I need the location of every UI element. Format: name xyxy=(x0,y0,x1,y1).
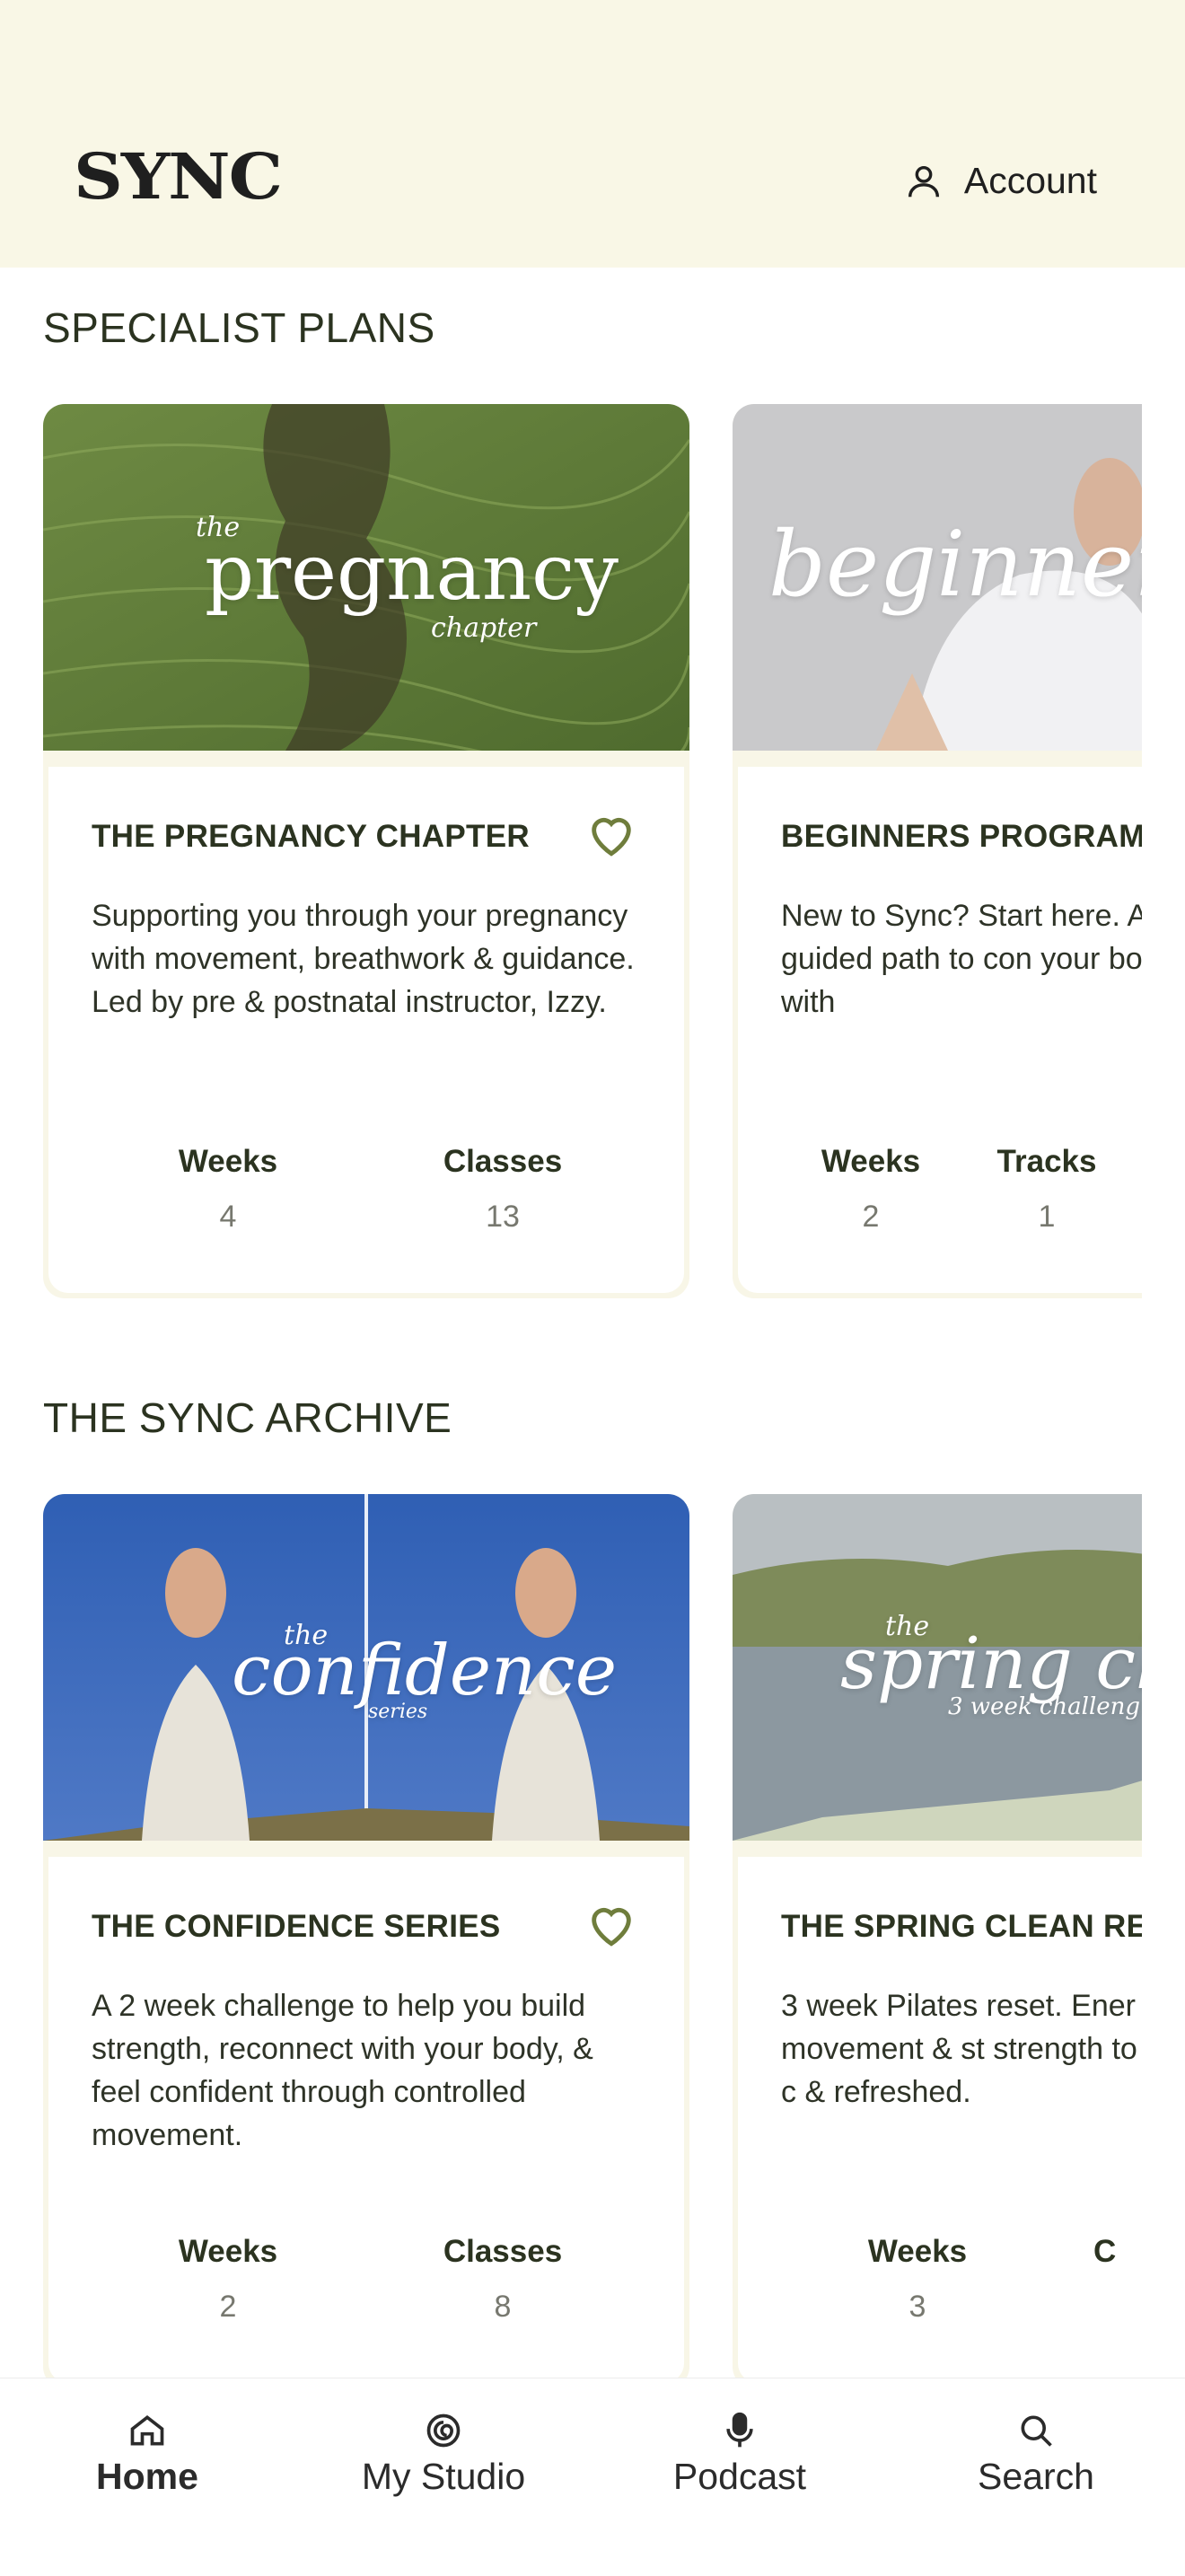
plan-description: Supporting you through your pregnancy wi… xyxy=(92,899,635,1019)
image-caption-main: beginners pr xyxy=(768,512,1142,617)
home-icon xyxy=(130,2415,164,2446)
stat-label: Weeks xyxy=(867,2234,968,2269)
user-icon xyxy=(908,165,939,197)
plan-title: BEGINNERS PROGRAM xyxy=(781,819,1142,854)
nav-label: Podcast xyxy=(672,2456,807,2497)
nav-item-podcast[interactable]: Podcast xyxy=(614,2411,865,2498)
stat-value: 13 xyxy=(486,1200,520,1234)
heart-icon[interactable] xyxy=(585,810,637,858)
stat-label: Weeks xyxy=(178,2234,278,2269)
nav-item-home[interactable]: Home xyxy=(22,2411,273,2498)
app-header: SYNC Account xyxy=(0,0,1185,268)
stat-label: Weeks xyxy=(821,1144,921,1179)
account-label: Account xyxy=(963,160,1097,201)
stat-value: 4 xyxy=(219,1200,237,1234)
microphone-icon xyxy=(726,2412,753,2448)
bottom-navigation: Home My Studio Podcast Search xyxy=(0,2378,1185,2576)
stat-value: 2 xyxy=(219,2290,237,2324)
stat-label: Tracks xyxy=(996,1144,1097,1179)
plan-image-spring-clean: the spring clean 3 week challeng xyxy=(733,1494,1142,1841)
image-caption-main: confidence xyxy=(232,1631,618,1711)
stat-value: 2 xyxy=(862,1200,880,1234)
plan-title: THE SPRING CLEAN RES xyxy=(781,1909,1142,1944)
nav-label: Search xyxy=(978,2456,1094,2497)
stat-value: 8 xyxy=(494,2290,512,2324)
heart-icon[interactable] xyxy=(585,1900,637,1948)
nav-item-my-studio[interactable]: My Studio xyxy=(318,2411,569,2498)
stat-value: 3 xyxy=(908,2290,926,2324)
plan-image-confidence: the confidence series xyxy=(43,1494,689,1841)
stat-weeks: Weeks 2 xyxy=(129,2234,327,2325)
stat-weeks: Weeks 3 xyxy=(819,2234,1016,2325)
plan-image-beginners: beginners pr xyxy=(733,404,1142,751)
archive-card-spring-clean[interactable]: the spring clean 3 week challeng THE SPR… xyxy=(733,1494,1142,2378)
plan-title: THE CONFIDENCE SERIES xyxy=(92,1909,501,1944)
section-title-specialist-plans: SPECIALIST PLANS xyxy=(43,304,435,351)
sync-logo[interactable]: SYNC xyxy=(74,145,283,208)
archive-card-body: THE SPRING CLEAN RES 3 week Pilates rese… xyxy=(738,1857,1142,2378)
stat-label: Classes xyxy=(443,1144,563,1179)
plan-card-beginners[interactable]: beginners pr BEGINNERS PROGRAM New to Sy… xyxy=(733,404,1142,1298)
stat-cut-off: C xyxy=(1093,2234,1142,2270)
stat-classes: Classes 13 xyxy=(404,1144,601,1235)
plan-card-pregnancy[interactable]: the pregnancy chapter THE PREGNANCY CHAP… xyxy=(43,404,689,1298)
plan-title: THE PREGNANCY CHAPTER xyxy=(92,819,530,854)
sync-archive-carousel[interactable]: the confidence series THE CONFIDENCE SER… xyxy=(43,1494,1142,2378)
stat-tracks: Tracks 1 xyxy=(957,1144,1137,1235)
stat-label: Classes xyxy=(443,2234,563,2269)
image-caption-main: pregnancy xyxy=(205,528,619,618)
nav-label: My Studio xyxy=(361,2456,526,2497)
plan-description: 3 week Pilates reset. Ener lymphatic mov… xyxy=(781,1989,1142,2109)
plan-description: New to Sync? Start here. A gentle, guide… xyxy=(781,899,1142,1019)
image-caption-sub: series xyxy=(368,1701,428,1723)
nav-label: Home xyxy=(96,2456,198,2497)
plan-image-pregnancy: the pregnancy chapter xyxy=(43,404,689,751)
stat-value: 1 xyxy=(1038,1200,1056,1234)
stat-weeks: Weeks 4 xyxy=(129,1144,327,1235)
plan-card-body: BEGINNERS PROGRAM New to Sync? Start her… xyxy=(738,767,1142,1293)
stat-label: C xyxy=(1093,2234,1117,2269)
image-caption-sub: 3 week challeng xyxy=(948,1693,1141,1720)
archive-card-body: THE CONFIDENCE SERIES A 2 week challenge… xyxy=(48,1857,684,2378)
section-title-sync-archive: THE SYNC ARCHIVE xyxy=(43,1394,452,1441)
search-icon xyxy=(1021,2415,1052,2447)
image-caption-sub: chapter xyxy=(431,612,537,644)
specialist-plans-carousel[interactable]: the pregnancy chapter THE PREGNANCY CHAP… xyxy=(43,404,1142,1298)
plan-description: A 2 week challenge to help you build str… xyxy=(92,1989,593,2152)
plan-card-body: THE PREGNANCY CHAPTER Supporting you thr… xyxy=(48,767,684,1293)
account-button[interactable]: Account xyxy=(903,160,1097,202)
stat-classes: Classes 8 xyxy=(404,2234,601,2325)
stat-label: Weeks xyxy=(178,1144,278,1179)
archive-card-confidence[interactable]: the confidence series THE CONFIDENCE SER… xyxy=(43,1494,689,2378)
stat-weeks: Weeks 2 xyxy=(781,1144,961,1235)
nav-item-search[interactable]: Search xyxy=(910,2411,1162,2498)
spiral-icon xyxy=(426,2413,461,2448)
